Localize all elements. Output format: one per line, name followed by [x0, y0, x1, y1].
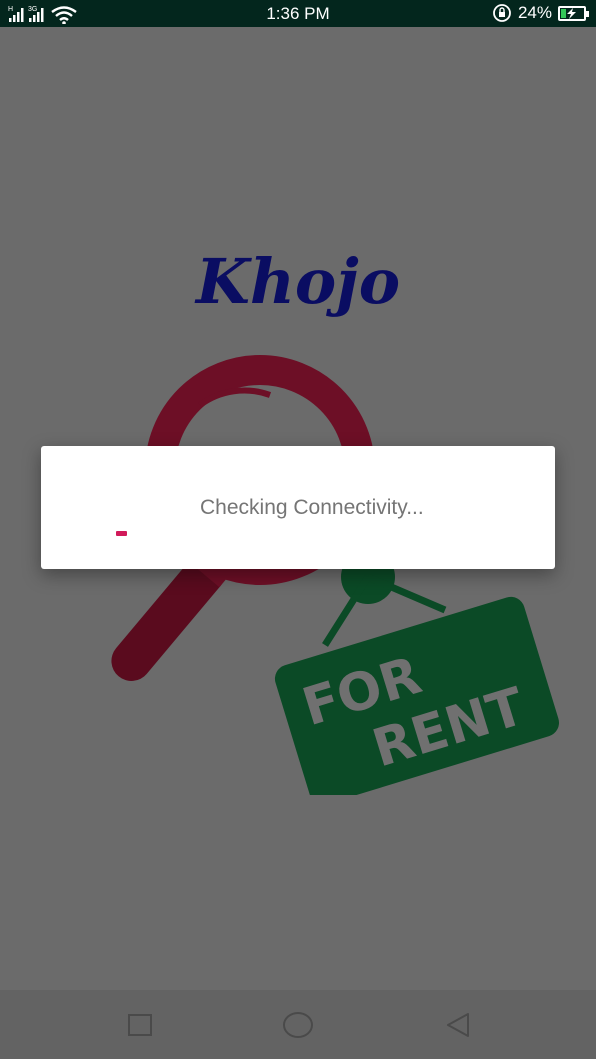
battery-icon [558, 5, 589, 21]
progress-dialog: Checking Connectivity... [41, 446, 555, 569]
back-button[interactable] [441, 1008, 475, 1042]
back-triangle-icon [447, 1013, 469, 1037]
home-button[interactable] [281, 1008, 315, 1042]
recents-button[interactable] [123, 1008, 157, 1042]
rotation-lock-icon [493, 4, 511, 22]
progress-spinner [116, 531, 127, 536]
app-logo: Khojo [195, 245, 401, 318]
for-rent-illustration: FOR RENT [111, 355, 560, 795]
for-rent-sign-icon: FOR RENT [274, 550, 560, 795]
dialog-message: Checking Connectivity... [200, 496, 424, 519]
status-bar: H 3G 1:36 PM 24% [0, 0, 596, 27]
navigation-bar [0, 990, 596, 1059]
battery-percent: 24% [517, 3, 552, 22]
square-icon [128, 1014, 152, 1036]
status-right: 24% [492, 3, 589, 23]
charging-bolt-icon [567, 7, 576, 19]
circle-icon [283, 1012, 313, 1038]
